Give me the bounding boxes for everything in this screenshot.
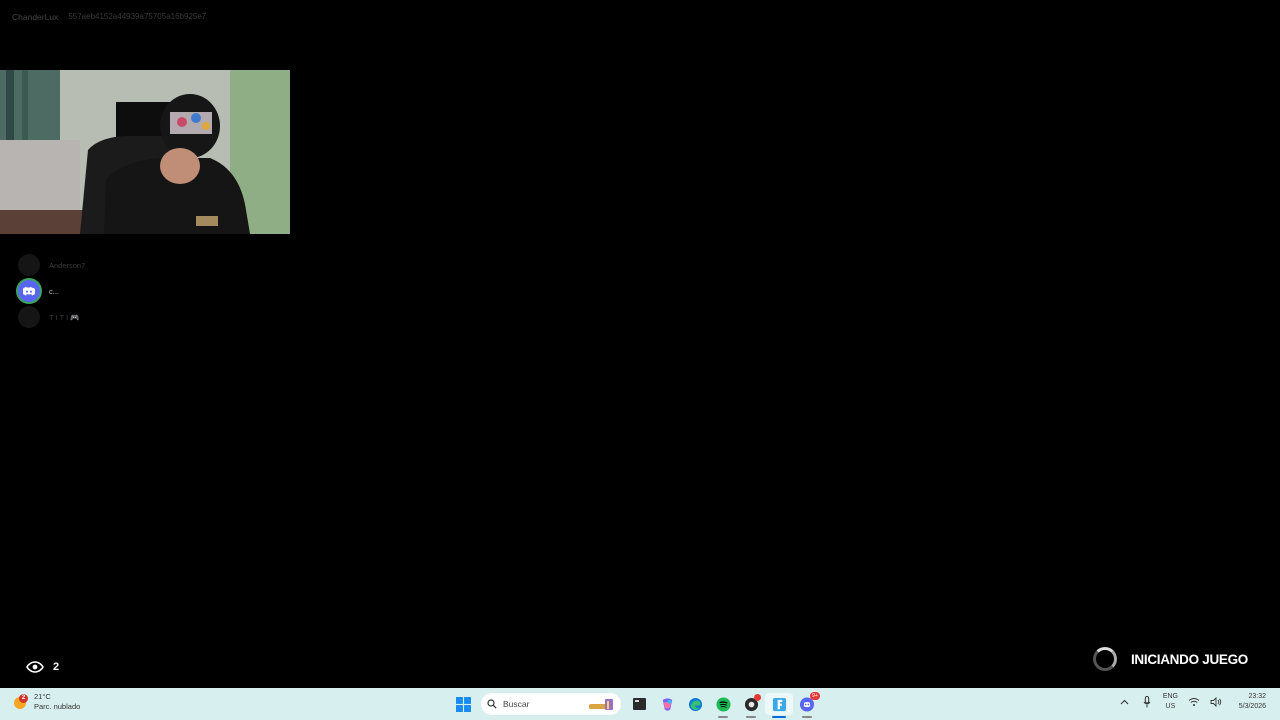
stream-watermark: ChanderLux 557aeb4152a44939a75705a16b925…	[12, 12, 206, 22]
file-explorer-icon	[632, 698, 646, 710]
webcam-feed	[0, 70, 290, 234]
clock-time: 23:32	[1248, 693, 1266, 700]
participant-name: T I T I 🎮	[49, 312, 80, 322]
taskbar-fortnite[interactable]	[765, 693, 793, 718]
launch-status: INICIANDO JUEGO	[1092, 647, 1248, 671]
clock-button[interactable]: 23:32 5/3/2026	[1232, 692, 1266, 712]
chevron-up-icon	[1120, 699, 1129, 705]
taskbar-file-explorer[interactable]	[625, 693, 653, 715]
taskbar-spotify[interactable]	[709, 693, 737, 718]
lang-region: US	[1165, 703, 1176, 710]
avatar	[18, 280, 40, 302]
taskbar-edge[interactable]	[681, 693, 709, 715]
participant-name: c...	[49, 286, 60, 296]
input-language-button[interactable]: ENG US	[1163, 692, 1178, 712]
lang-code: ENG	[1162, 693, 1178, 700]
copilot-icon	[662, 697, 672, 711]
search-highlight-icon	[589, 699, 613, 710]
voice-participant[interactable]: c...	[18, 278, 85, 304]
volume-button[interactable]	[1210, 696, 1222, 708]
windows-start-icon	[455, 696, 471, 712]
participant-name: Anderson7	[49, 260, 86, 270]
show-hidden-icons-button[interactable]	[1119, 696, 1131, 708]
weather-badge: 2	[19, 694, 28, 703]
loading-spinner-icon	[1092, 647, 1117, 671]
launch-status-text: INICIANDO JUEGO	[1130, 651, 1248, 667]
clock-date: 5/3/2026	[1238, 703, 1266, 710]
eye-icon	[26, 661, 44, 673]
voice-participant[interactable]: Anderson7	[18, 252, 85, 278]
taskbar-discord[interactable]: 9+	[793, 692, 821, 718]
system-tray: ENG US 23:32 5/3/2026	[1119, 692, 1266, 712]
watermark-username: ChanderLux	[12, 12, 59, 22]
discord-notification-badge: 9+	[810, 692, 820, 700]
fortnite-icon	[772, 697, 786, 711]
weather-widget[interactable]: 2 21°C Parc. nublado	[14, 692, 80, 712]
spotify-icon	[715, 696, 731, 712]
taskbar-copilot[interactable]	[653, 693, 681, 715]
weather-icon: 2	[14, 694, 28, 709]
viewer-count-value: 2	[53, 661, 60, 673]
microphone-button[interactable]	[1141, 696, 1153, 708]
search-placeholder: Buscar	[503, 699, 530, 709]
speaker-icon	[1210, 697, 1222, 707]
taskbar-apps: Buscar 9+	[449, 692, 821, 718]
avatar	[18, 254, 40, 276]
taskbar-search-box[interactable]: Buscar	[481, 693, 621, 715]
avatar	[18, 306, 40, 328]
windows-taskbar: 2 21°C Parc. nublado Buscar 9+ ENG US 23…	[0, 688, 1280, 720]
voice-participant[interactable]: T I T I 🎮	[18, 304, 85, 330]
discord-icon	[23, 286, 35, 295]
watermark-session-id: 557aeb4152a44939a75705a16b925e7	[68, 12, 207, 21]
search-icon	[487, 699, 497, 709]
network-button[interactable]	[1188, 696, 1200, 708]
voice-participants-list: Anderson7 c... T I T I 🎮	[18, 252, 85, 330]
viewer-count: 2	[26, 661, 59, 673]
wifi-icon	[1188, 698, 1200, 706]
start-button[interactable]	[449, 693, 477, 715]
taskbar-app[interactable]	[737, 693, 765, 718]
microphone-icon	[1143, 696, 1151, 708]
weather-condition: Parc. nublado	[34, 702, 81, 711]
edge-icon	[688, 697, 702, 711]
weather-temp: 21°C	[34, 692, 51, 701]
